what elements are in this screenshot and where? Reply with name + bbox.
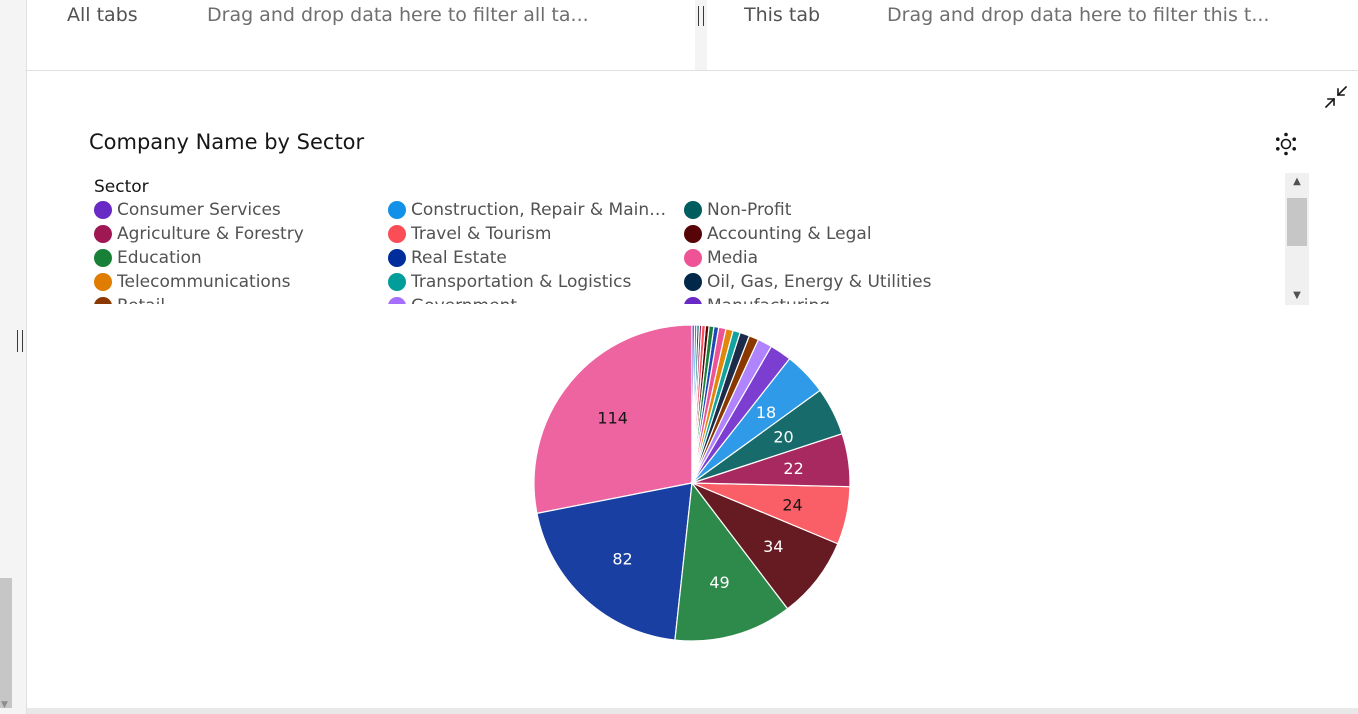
legend-item[interactable]: Non-Profit xyxy=(684,198,791,222)
legend-swatch xyxy=(94,273,112,291)
legend-label: Education xyxy=(117,248,202,268)
legend-label: Government xyxy=(411,296,517,304)
left-panel-resize-handle[interactable] xyxy=(17,330,23,352)
legend-label: Oil, Gas, Energy & Utilities xyxy=(707,272,932,292)
legend-item[interactable]: Consumer Services xyxy=(94,198,281,222)
legend-item[interactable]: Media xyxy=(684,246,758,270)
legend-swatch xyxy=(684,273,702,291)
legend-swatch xyxy=(388,249,406,267)
legend-label: Accounting & Legal xyxy=(707,224,872,244)
legend-item[interactable]: Manufacturing xyxy=(684,294,830,304)
legend-items: Consumer Services Construction, Repair & … xyxy=(89,198,1279,304)
legend-swatch xyxy=(94,297,112,304)
legend-item[interactable]: Government xyxy=(388,294,517,304)
legend-swatch xyxy=(94,201,112,219)
legend-swatch xyxy=(684,249,702,267)
chart-legend: Sector Consumer Services Construction, Re… xyxy=(89,172,1311,306)
legend-item[interactable]: Retail xyxy=(94,294,165,304)
chart-title: Company Name by Sector xyxy=(89,130,365,154)
legend-item[interactable]: Telecommunications xyxy=(94,270,290,294)
left-panel-rail: ▼ xyxy=(0,0,27,714)
legend-swatch xyxy=(388,225,406,243)
legend-label: Media xyxy=(707,248,759,268)
settings-gear-icon xyxy=(1276,132,1296,156)
legend-scroll-down-icon[interactable]: ▼ xyxy=(1285,287,1309,305)
legend-label: Non-Profit xyxy=(707,200,792,220)
legend-title: Sector xyxy=(94,177,149,197)
all-tabs-label: All tabs xyxy=(67,4,138,26)
legend-item[interactable]: Real Estate xyxy=(388,246,507,270)
legend-label: Consumer Services xyxy=(117,200,281,220)
all-tabs-drop-zone[interactable]: Drag and drop data here to filter all ta… xyxy=(207,4,647,26)
bottom-edge xyxy=(27,708,1358,714)
legend-label: Manufacturing xyxy=(707,296,830,304)
legend-swatch xyxy=(94,225,112,243)
legend-label: Agriculture & Forestry xyxy=(117,224,304,244)
legend-item[interactable]: Accounting & Legal xyxy=(684,222,872,246)
pie-slice[interactable] xyxy=(533,324,693,515)
pie-chart: 11482493424222018 xyxy=(533,324,851,642)
chart-settings-button[interactable] xyxy=(1272,130,1300,158)
this-tab-drop-zone[interactable]: Drag and drop data here to filter this t… xyxy=(887,4,1327,26)
legend-label: Construction, Repair & Maintenan... xyxy=(411,200,669,220)
legend-label: Real Estate xyxy=(411,248,507,268)
legend-label: Telecommunications xyxy=(117,272,291,292)
legend-label: Retail xyxy=(117,296,165,304)
legend-scroll-thumb[interactable] xyxy=(1287,198,1307,246)
legend-item[interactable]: Oil, Gas, Energy & Utilities xyxy=(684,270,931,294)
legend-item[interactable]: Transportation & Logistics xyxy=(388,270,631,294)
legend-swatch xyxy=(388,297,406,304)
legend-swatch xyxy=(94,249,112,267)
legend-swatch xyxy=(388,273,406,291)
legend-swatch xyxy=(684,201,702,219)
filter-bar-divider xyxy=(695,0,707,70)
filter-bar: All tabs Drag and drop data here to filt… xyxy=(27,0,1358,71)
left-panel-scrollbar[interactable] xyxy=(0,578,12,708)
legend-item[interactable]: Agriculture & Forestry xyxy=(94,222,304,246)
legend-swatch xyxy=(388,201,406,219)
scroll-down-arrow-icon[interactable]: ▼ xyxy=(1,700,8,710)
legend-item[interactable]: Construction, Repair & Maintenan... xyxy=(388,198,669,222)
legend-label: Transportation & Logistics xyxy=(411,272,632,292)
filter-bar-resize-handle[interactable] xyxy=(698,6,704,26)
this-tab-label: This tab xyxy=(744,4,821,26)
legend-item[interactable]: Education xyxy=(94,246,202,270)
legend-swatch xyxy=(684,297,702,304)
legend-item[interactable]: Travel & Tourism xyxy=(388,222,551,246)
legend-label: Travel & Tourism xyxy=(411,224,552,244)
legend-scrollbar[interactable]: ▲ ▼ xyxy=(1285,173,1309,305)
legend-swatch xyxy=(684,225,702,243)
collapse-arrows-icon xyxy=(1324,85,1348,109)
collapse-button[interactable] xyxy=(1322,83,1350,111)
legend-scroll-up-icon[interactable]: ▲ xyxy=(1285,173,1309,191)
